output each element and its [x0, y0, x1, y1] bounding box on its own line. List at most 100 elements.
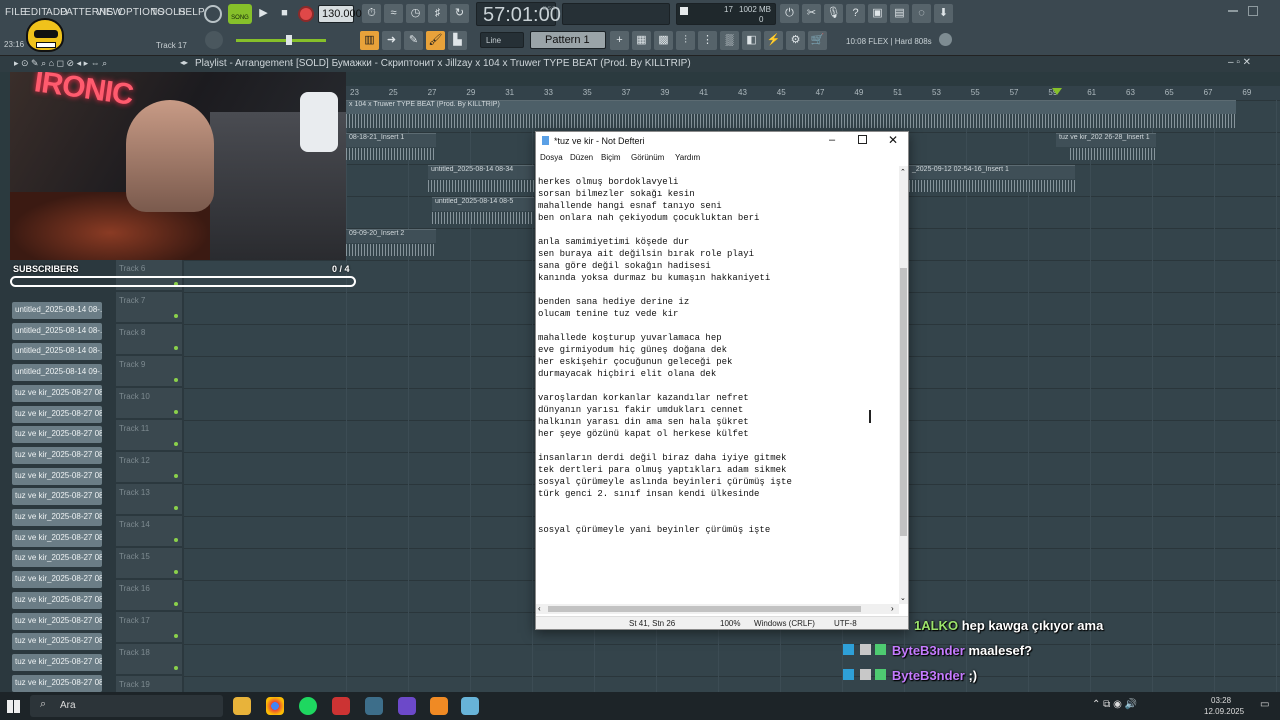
pattern-item[interactable]: untitled_2025-08-14 08-...	[12, 322, 102, 340]
snap-select[interactable]: Line	[480, 32, 524, 48]
online-icon[interactable]: ⏻	[780, 4, 799, 23]
wait-icon[interactable]: ≈	[384, 4, 403, 23]
clip-tuz-ve-kir[interactable]: tuz ve kir_202 26-28_Insert 1	[1056, 133, 1156, 147]
channel-rack-icon[interactable]: ▩	[654, 31, 673, 50]
eq-icon[interactable]: ⋮	[698, 31, 717, 50]
tools-icon[interactable]: ✂	[802, 4, 821, 23]
horizontal-scrollbar[interactable]: ‹ ›	[536, 604, 899, 614]
plugin-icon[interactable]: ▤	[890, 4, 909, 23]
piano-roll-icon[interactable]: ▥	[360, 31, 379, 50]
scroll-thumb[interactable]	[900, 268, 907, 536]
scroll-left-icon[interactable]: ‹	[538, 604, 541, 613]
track-led-icon[interactable]	[174, 634, 178, 638]
stop-button[interactable]: ■	[275, 4, 294, 23]
track-led-icon[interactable]	[174, 538, 178, 542]
pattern-item[interactable]: tuz ve kir_2025-08-27 08...	[12, 488, 102, 506]
track-header[interactable]: Track 14	[116, 516, 182, 546]
clip-untitled-2[interactable]: untitled_2025-08-14 08-5	[432, 197, 534, 211]
playhead-marker[interactable]	[1052, 88, 1062, 95]
track-led-icon[interactable]	[174, 474, 178, 478]
hscroll-thumb[interactable]	[548, 606, 861, 612]
scroll-down-icon[interactable]: ⌄	[900, 594, 906, 602]
track-header[interactable]: Track 17	[116, 612, 182, 642]
track-header[interactable]: Track 15	[116, 548, 182, 578]
pattern-item[interactable]: tuz ve kir_2025-08-27 08...	[12, 426, 102, 444]
save-icon[interactable]: ▣	[868, 4, 887, 23]
clip-untitled-1[interactable]: untitled_2025-08-14 08-34	[428, 165, 534, 179]
scroll-up-icon[interactable]: ⌃	[900, 168, 906, 176]
maximize-icon[interactable]	[1248, 6, 1258, 16]
track-led-icon[interactable]	[174, 602, 178, 606]
help-icon[interactable]: ?	[846, 4, 865, 23]
playlist-icon[interactable]: ▦	[632, 31, 651, 50]
pattern-item[interactable]: tuz ve kir_2025-08-27 08...	[12, 509, 102, 526]
touch-icon[interactable]: ⚡	[764, 31, 783, 50]
track-led-icon[interactable]	[174, 378, 178, 382]
minimize-button[interactable]: –	[829, 134, 835, 146]
search-box[interactable]: ⌕ Ara	[30, 695, 223, 717]
app-icon[interactable]	[365, 697, 383, 715]
loop-record-icon[interactable]: ↻	[450, 4, 469, 23]
menu-duzen[interactable]: Düzen	[570, 153, 593, 162]
menu-dosya[interactable]: Dosya	[540, 153, 563, 162]
download-icon[interactable]: ⬇	[934, 4, 953, 23]
window-controls[interactable]: – ▫ ✕	[1228, 57, 1251, 68]
countdown-icon[interactable]: ◷	[406, 4, 425, 23]
chrome-icon[interactable]	[266, 697, 284, 715]
pattern-item[interactable]: tuz ve kir_2025-08-27 08...	[12, 674, 102, 692]
system-tray-icons[interactable]: ⌃ ⧉ ◉ 🔊	[1092, 699, 1137, 710]
pattern-item[interactable]: tuz ve kir_2025-08-27 08...	[12, 571, 102, 589]
browser-icon[interactable]: ▒	[720, 31, 739, 50]
track-header[interactable]: Track 7	[116, 292, 182, 322]
pattern-item[interactable]: tuz ve kir_2025-08-27 08...	[12, 405, 102, 423]
track-header[interactable]: Track 9	[116, 356, 182, 386]
pattern-item[interactable]: untitled_2025-08-14 09-...	[12, 364, 102, 382]
pattern-item[interactable]: tuz ve kir_2025-08-27 08...	[12, 633, 102, 651]
add-pattern-icon[interactable]: +	[610, 31, 629, 50]
notepad-titlebar[interactable]: *tuz ve kir - Not Defteri – ✕	[536, 132, 908, 150]
plugin-picker-icon[interactable]: ◧	[742, 31, 761, 50]
pattern-selector[interactable]: Pattern 1	[530, 31, 606, 49]
cart-icon[interactable]: 🛒	[808, 31, 827, 50]
record-button[interactable]	[298, 6, 314, 22]
metronome-icon[interactable]: ⏱	[362, 4, 381, 23]
pattern-item[interactable]: tuz ve kir_2025-08-27 08...	[12, 446, 102, 464]
minimize-icon[interactable]	[1228, 10, 1238, 12]
notepad-taskbar-icon[interactable]	[461, 697, 479, 715]
vertical-scrollbar[interactable]: ⌃ ⌄	[899, 166, 908, 604]
track-led-icon[interactable]	[174, 410, 178, 414]
pattern-item[interactable]: untitled_2025-08-14 08-...	[12, 302, 102, 319]
pattern-item[interactable]: tuz ve kir_2025-08-27 08...	[12, 591, 102, 609]
master-pitch-slider[interactable]	[236, 39, 326, 42]
pattern-item[interactable]: tuz ve kir_2025-08-27 08...	[12, 653, 102, 671]
track-led-icon[interactable]	[174, 570, 178, 574]
track-header[interactable]: Track 18	[116, 644, 182, 674]
pattern-item[interactable]: tuz ve kir_2025-08-27 08...	[12, 529, 102, 547]
chat-icon[interactable]: ◌	[912, 4, 931, 23]
discord-icon[interactable]	[398, 697, 416, 715]
slice-tool-icon[interactable]: ▙	[448, 31, 467, 50]
notification-icon[interactable]: ▭	[1260, 699, 1269, 710]
close-button[interactable]: ✕	[888, 133, 898, 147]
dropdown-icon[interactable]	[939, 33, 952, 46]
pattern-item[interactable]: tuz ve kir_2025-08-27 08...	[12, 612, 102, 630]
clip-insert-1[interactable]: 08-18-21_Insert 1	[346, 133, 436, 147]
track-led-icon[interactable]	[174, 666, 178, 670]
pattern-item[interactable]: untitled_2025-08-14 08-...	[12, 343, 102, 361]
notepad-window[interactable]: *tuz ve kir - Not Defteri – ✕ Dosya Düze…	[535, 131, 909, 630]
track-header[interactable]: Track 16	[116, 580, 182, 610]
menu-help[interactable]: HELP	[178, 7, 205, 18]
arrow-tool-icon[interactable]: ➜	[382, 31, 401, 50]
mixer-icon[interactable]: ⫶	[676, 31, 695, 50]
track-header[interactable]: Track 12	[116, 452, 182, 482]
menu-yardim[interactable]: Yardım	[675, 153, 700, 162]
voicemeeter-icon[interactable]	[332, 697, 350, 715]
tempo-display[interactable]: 130.000	[318, 5, 362, 23]
menu-bicim[interactable]: Biçim	[601, 153, 621, 162]
explorer-icon[interactable]	[233, 697, 251, 715]
fl-studio-icon[interactable]	[430, 697, 448, 715]
track-header[interactable]: Track 8	[116, 324, 182, 354]
spotify-icon[interactable]	[299, 697, 317, 715]
pattern-song-icon[interactable]	[204, 5, 222, 23]
track-header[interactable]: Track 13	[116, 484, 182, 514]
